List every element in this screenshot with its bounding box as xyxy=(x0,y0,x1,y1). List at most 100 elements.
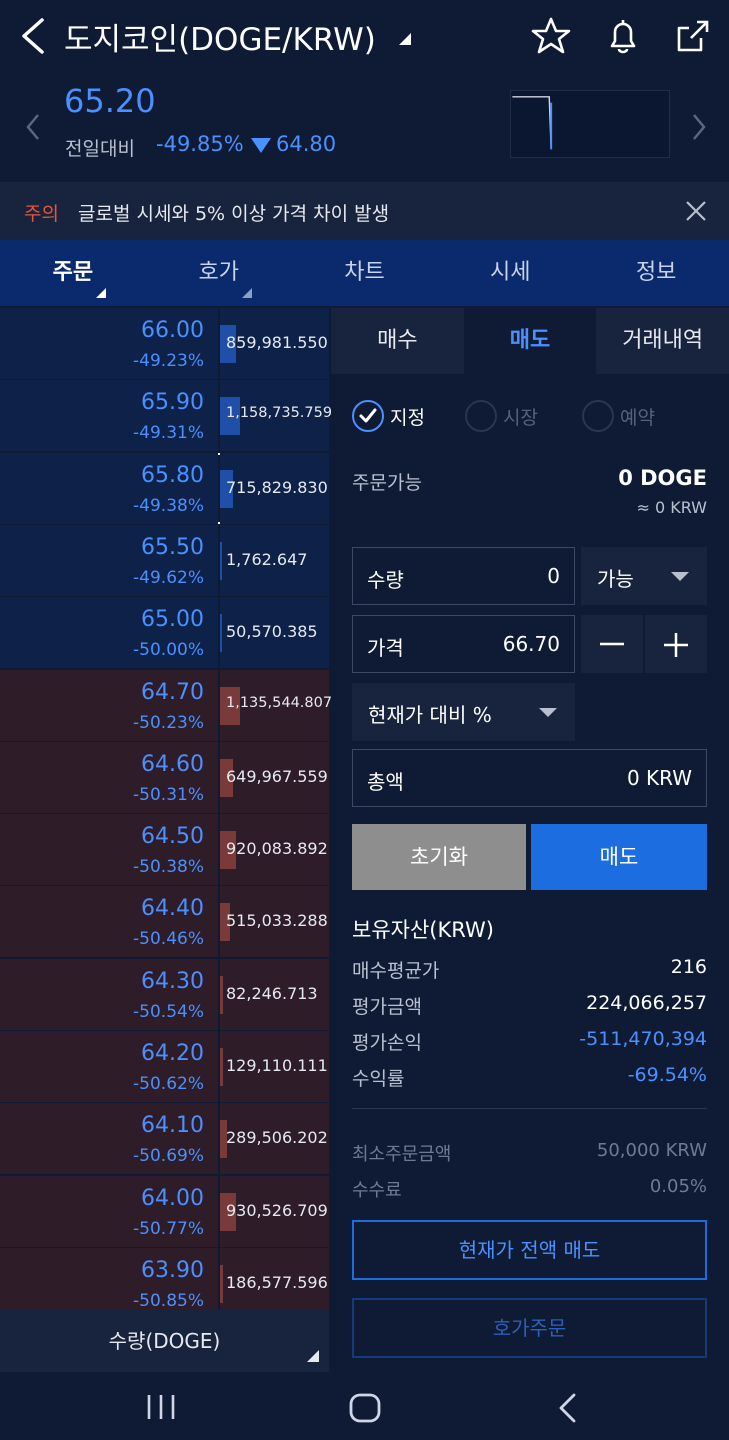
price-decrease-button[interactable] xyxy=(581,615,643,673)
order-type-reserve[interactable]: 예약 xyxy=(582,398,655,434)
available-label: 주문가능 xyxy=(352,472,422,494)
orderbook-price-cell[interactable]: 65.50 -49.62% xyxy=(0,525,218,596)
orderbook-price-cell[interactable]: 64.40 -50.46% xyxy=(0,886,218,957)
volume-bar xyxy=(220,1048,223,1086)
price-field[interactable]: 가격 66.70 xyxy=(352,615,575,673)
orderbook-price-cell[interactable]: 64.70 -50.23% xyxy=(0,670,218,741)
orderbook-price-cell[interactable]: 64.30 -50.54% xyxy=(0,959,218,1030)
orderbook-row[interactable]: 64.70 -50.23% 1,135,544.807 xyxy=(0,670,332,741)
tab-chart[interactable]: 차트 xyxy=(292,240,438,306)
orderbook-volume-cell[interactable]: 50,570.385 xyxy=(220,597,329,668)
orderbook-row[interactable]: 63.90 -50.85% 186,577.596 xyxy=(0,1248,329,1319)
tab-hoga[interactable]: 호가 xyxy=(146,240,292,306)
orderbook-row[interactable]: 65.00 -50.00% 50,570.385 xyxy=(0,597,329,668)
orderbook-volume-cell[interactable]: 859,981.550 xyxy=(220,308,329,379)
orderbook-volume-cell[interactable]: 649,967.559 xyxy=(220,742,329,813)
orderbook-volume-cell[interactable]: 186,577.596 xyxy=(220,1248,329,1319)
order-type-market[interactable]: 시장 xyxy=(465,398,538,434)
tab-buy[interactable]: 매수 xyxy=(331,308,464,374)
sell-all-button[interactable]: 현재가 전액 매도 xyxy=(352,1220,707,1280)
orderbook-price-cell[interactable]: 66.00 -49.23% xyxy=(0,308,218,379)
orderbook-row[interactable]: 65.80 -49.38% 715,829.830 xyxy=(0,453,329,524)
quantity-unit-toggle[interactable]: 수량(DOGE) xyxy=(0,1310,329,1372)
plus-icon xyxy=(664,633,688,657)
meta-label: 최소주문금액 xyxy=(352,1144,452,1165)
bell-icon[interactable] xyxy=(603,16,643,56)
recent-apps-icon[interactable] xyxy=(145,1392,177,1422)
orderbook-price: 64.30 xyxy=(141,969,204,994)
tab-label: 시세 xyxy=(490,260,531,285)
volume-bar xyxy=(220,542,222,580)
orderbook-volume-cell[interactable]: 1,762.647 xyxy=(220,525,329,596)
orderbook-row[interactable]: 64.60 -50.31% 649,967.559 xyxy=(0,742,329,813)
orderbook-price-cell[interactable]: 64.20 -50.62% xyxy=(0,1031,218,1102)
orderbook-row[interactable]: 65.90 -49.31% 1,158,735.759 xyxy=(0,380,332,451)
order-type-limit[interactable]: 지정 xyxy=(352,398,425,434)
compare-label: 전일대비 xyxy=(65,138,135,160)
orderbook-price-cell[interactable]: 65.80 -49.38% xyxy=(0,453,218,524)
order-type-label: 지정 xyxy=(390,406,425,429)
tab-order[interactable]: 주문 xyxy=(0,240,146,306)
total-field[interactable]: 총액 0 KRW xyxy=(352,749,707,807)
orderbook-row[interactable]: 64.20 -50.62% 129,110.111 xyxy=(0,1031,329,1102)
orderbook-volume: 715,829.830 xyxy=(226,478,328,497)
orderbook-volume: 649,967.559 xyxy=(226,767,328,786)
orderbook-row[interactable]: 64.30 -50.54% 82,246.713 xyxy=(0,959,329,1030)
orderbook-row[interactable]: 66.00 -49.23% 859,981.550 xyxy=(0,308,329,379)
order-type-label: 시장 xyxy=(503,406,538,429)
orderbook-percent: -50.31% xyxy=(133,785,204,805)
orderbook-price-cell[interactable]: 64.50 -50.38% xyxy=(0,814,218,885)
orderbook-row[interactable]: 64.10 -50.69% 289,506.202 xyxy=(0,1103,329,1174)
meta-value: 50,000 KRW xyxy=(596,1140,707,1161)
mini-price-chart[interactable] xyxy=(510,90,670,158)
orderbook-price-cell[interactable]: 65.90 -49.31% xyxy=(0,380,218,451)
tab-sell[interactable]: 매도 xyxy=(463,308,597,374)
tab-history[interactable]: 거래내역 xyxy=(596,308,729,374)
quantity-ratio-dropdown[interactable]: 가능 xyxy=(581,547,707,605)
close-icon[interactable] xyxy=(684,199,708,223)
orderbook-volume-cell[interactable]: 715,829.830 xyxy=(220,453,329,524)
back-icon[interactable] xyxy=(556,1392,580,1424)
orderbook-row[interactable]: 65.50 -49.62% 1,762.647 xyxy=(0,525,329,596)
hoga-order-button[interactable]: 호가주문 xyxy=(352,1298,707,1358)
orderbook-volume: 289,506.202 xyxy=(226,1128,328,1147)
price-increase-button[interactable] xyxy=(645,615,707,673)
sell-button[interactable]: 매도 xyxy=(531,824,707,890)
total-value: 0 KRW xyxy=(626,766,692,790)
orderbook-row[interactable]: 64.00 -50.77% 930,526.709 xyxy=(0,1176,329,1247)
app-header: 도지코인(DOGE/KRW) xyxy=(0,0,729,70)
orderbook-row[interactable]: 64.50 -50.38% 920,083.892 xyxy=(0,814,329,885)
orderbook-row[interactable]: 64.40 -50.46% 515,033.288 xyxy=(0,886,329,957)
star-icon[interactable] xyxy=(531,16,571,56)
orderbook-price-cell[interactable]: 64.00 -50.77% xyxy=(0,1176,218,1247)
coin-title[interactable]: 도지코인(DOGE/KRW) xyxy=(64,14,376,59)
orderbook-volume-cell[interactable]: 930,526.709 xyxy=(220,1176,329,1247)
home-icon[interactable] xyxy=(348,1392,382,1424)
price-percent-dropdown[interactable]: 현재가 대비 % xyxy=(352,683,575,741)
orderbook-price: 65.50 xyxy=(141,535,204,560)
orderbook-price: 64.70 xyxy=(141,680,204,705)
tab-quote[interactable]: 시세 xyxy=(437,240,583,306)
orderbook-price-cell[interactable]: 65.00 -50.00% xyxy=(0,597,218,668)
orderbook-price-cell[interactable]: 64.60 -50.31% xyxy=(0,742,218,813)
orderbook-volume-cell[interactable]: 129,110.111 xyxy=(220,1031,329,1102)
orderbook-volume-cell[interactable]: 289,506.202 xyxy=(220,1103,329,1174)
orderbook-percent: -50.38% xyxy=(133,857,204,877)
orderbook-volume-cell[interactable]: 82,246.713 xyxy=(220,959,329,1030)
share-icon[interactable] xyxy=(673,16,713,56)
orderbook-price: 64.10 xyxy=(141,1113,204,1138)
orderbook-price-cell[interactable]: 63.90 -50.85% xyxy=(0,1248,218,1319)
back-chevron-icon[interactable] xyxy=(18,16,48,56)
next-coin-icon[interactable] xyxy=(690,112,708,142)
orderbook-price-cell[interactable]: 64.10 -50.69% xyxy=(0,1103,218,1174)
orderbook-volume-cell[interactable]: 920,083.892 xyxy=(220,814,329,885)
orderbook-volume-cell[interactable]: 1,158,735.759 xyxy=(220,380,332,451)
orderbook-volume-cell[interactable]: 515,033.288 xyxy=(220,886,329,957)
tab-info[interactable]: 정보 xyxy=(583,240,729,306)
volume-bar xyxy=(220,1265,223,1303)
title-dropdown-icon[interactable] xyxy=(397,31,413,47)
orderbook-volume-cell[interactable]: 1,135,544.807 xyxy=(220,670,332,741)
quantity-field[interactable]: 수량 0 xyxy=(352,547,575,605)
reset-button[interactable]: 초기화 xyxy=(352,824,526,890)
prev-coin-icon[interactable] xyxy=(24,112,42,142)
